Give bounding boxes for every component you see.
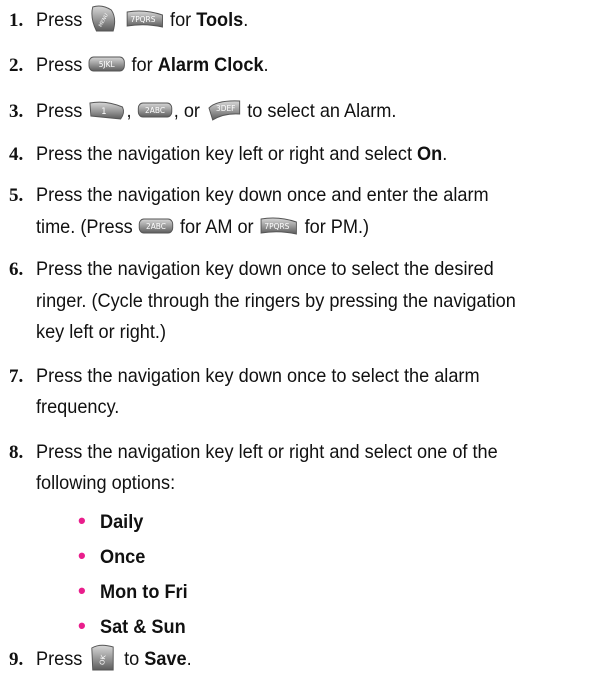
one-key-icon: 1	[89, 101, 125, 120]
svg-text:2ABC: 2ABC	[145, 106, 165, 115]
step-7: 7. Press the navigation key down once to …	[9, 365, 480, 387]
step-4: 4. Press the navigation key left or right…	[9, 143, 448, 165]
bullet-icon: •	[78, 578, 86, 603]
svg-text:7PQRS: 7PQRS	[130, 15, 155, 24]
svg-text:2ABC: 2ABC	[146, 222, 166, 231]
bullet-icon: •	[78, 508, 86, 533]
option-mon-to-fri: • Mon to Fri	[78, 575, 194, 608]
step-5: 5. Press the navigation key down once and…	[9, 184, 489, 206]
menu-key-icon: MENU	[91, 5, 116, 32]
step-3: 3. Press 1, 2ABC, or 3DEF to select an Al…	[9, 96, 424, 127]
step-2: 2. Press 5JKL for Alarm Clock.	[9, 54, 269, 76]
step-5-line-2: time. (Press 2ABC for AM or 7PQRS for PM…	[36, 216, 370, 238]
option-sat-sun: • Sat & Sun	[78, 610, 192, 643]
bullet-icon: •	[78, 613, 86, 638]
step-6-line-2: ringer. (Cycle through the ringers by pr…	[36, 290, 516, 312]
step-9: 9. Press OK to Save.	[9, 644, 203, 675]
three-key-icon: 3DEF	[208, 100, 240, 121]
seven-key-icon: 7PQRS	[126, 10, 163, 28]
step-7-line-2: frequency.	[36, 396, 120, 418]
seven-key-icon: 7PQRS	[260, 217, 298, 235]
option-daily: • Daily	[78, 505, 147, 538]
svg-text:1: 1	[101, 107, 106, 117]
step-6-line-3: key left or right.)	[36, 321, 167, 343]
option-once: • Once	[78, 540, 149, 573]
ok-key-icon: OK	[91, 644, 114, 671]
svg-text:5JKL: 5JKL	[99, 60, 116, 69]
svg-text:7PQRS: 7PQRS	[265, 222, 290, 231]
five-key-icon: 5JKL	[88, 56, 126, 72]
svg-text:3DEF: 3DEF	[216, 104, 235, 113]
two-key-icon: 2ABC	[139, 218, 174, 234]
two-key-icon: 2ABC	[137, 102, 173, 118]
bullet-icon: •	[78, 543, 86, 568]
step-8-line-2: following options:	[36, 472, 176, 494]
step-8: 8. Press the navigation key left or right…	[9, 441, 498, 463]
step-1: 1. Press MENU 7PQRS for Tools.	[9, 5, 264, 36]
step-6: 6. Press the navigation key down once to …	[9, 258, 494, 280]
